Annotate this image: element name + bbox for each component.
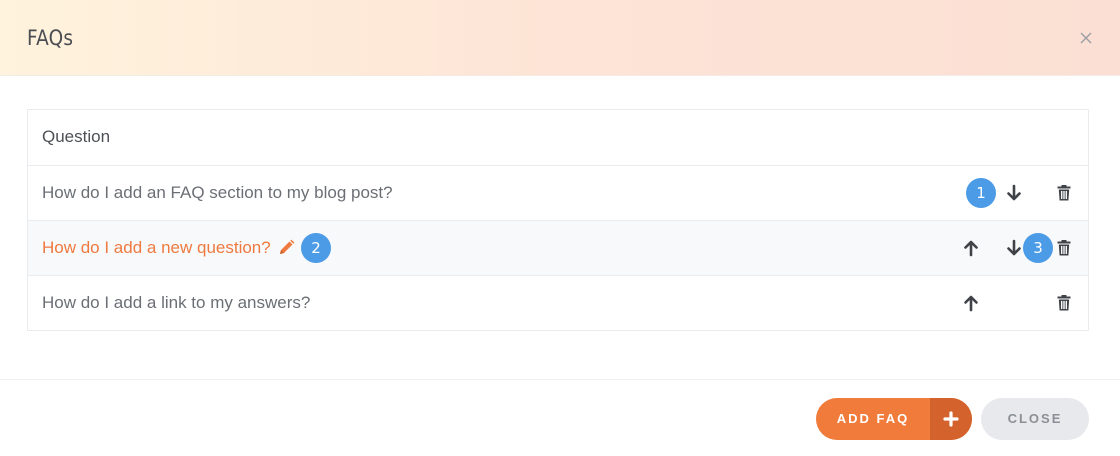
table-row: How do I add an FAQ section to my blog p… [28,165,1088,220]
arrow-up-icon[interactable] [963,294,979,312]
trash-icon[interactable] [1057,240,1071,256]
arrow-up-icon[interactable] [963,239,979,257]
question-text[interactable]: How do I add an FAQ section to my blog p… [42,183,393,203]
step-badge: 3 [1023,233,1053,263]
footer-divider [0,379,1120,380]
pencil-icon[interactable] [278,239,295,256]
question-text[interactable]: How do I add a link to my answers? [42,293,310,313]
step-badge: 1 [966,178,996,208]
faq-modal: FAQs Question How do I add an FAQ sectio… [0,0,1120,456]
table-row: How do I add a new question? 2 3 [28,220,1088,275]
column-header-question: Question [42,127,111,146]
modal-header: FAQs [0,0,1120,76]
arrow-down-icon[interactable] [1006,184,1022,202]
plus-icon [930,398,972,440]
trash-icon[interactable] [1057,295,1071,311]
table-row: How do I add a link to my answers? [28,275,1088,330]
add-faq-label: ADD FAQ [836,411,910,426]
close-button[interactable]: CLOSE [981,398,1089,440]
table-header: Question [28,110,1088,165]
trash-icon[interactable] [1057,185,1071,201]
step-badge: 2 [301,233,331,263]
question-text-active[interactable]: How do I add a new question? [42,238,271,258]
faq-table: Question How do I add an FAQ section to … [27,109,1089,331]
close-icon[interactable] [1078,30,1094,46]
add-faq-button[interactable]: ADD FAQ [816,398,972,440]
arrow-down-icon[interactable] [1006,239,1022,257]
modal-title: FAQs [27,26,74,50]
